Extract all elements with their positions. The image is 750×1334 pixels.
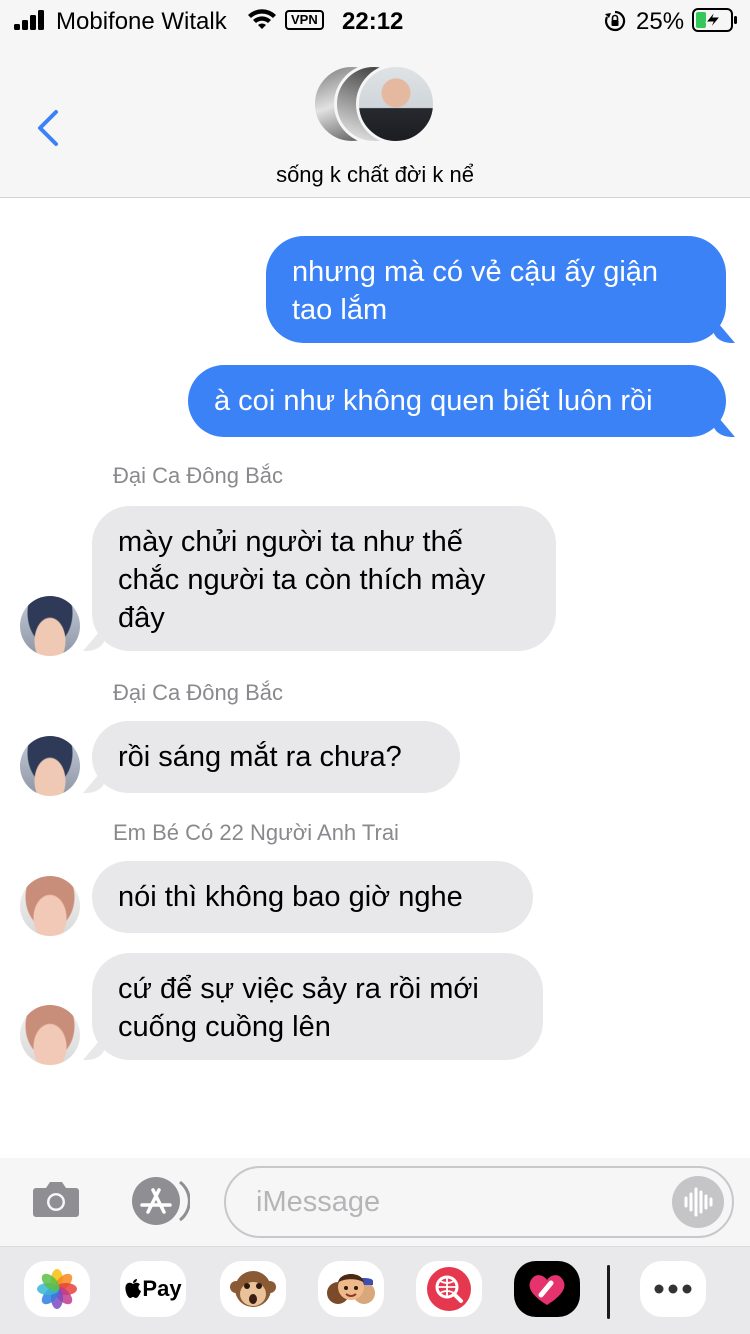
apple-pay-label: Pay xyxy=(142,1276,182,1301)
globe-search-icon xyxy=(427,1267,471,1311)
vpn-badge: VPN xyxy=(285,10,324,30)
outgoing-message-bubble[interactable]: nhưng mà có vẻ cậu ấy giận tao lắm xyxy=(266,236,726,343)
back-chevron-icon[interactable] xyxy=(30,106,66,150)
group-name[interactable]: sống k chất đời k nể xyxy=(0,162,750,188)
digital-touch-app-button[interactable] xyxy=(514,1261,580,1317)
app-store-icon[interactable] xyxy=(126,1176,190,1226)
sender-avatar[interactable] xyxy=(20,596,80,656)
sender-avatar[interactable] xyxy=(20,736,80,796)
imessage-app-drawer: Pay xyxy=(0,1246,750,1334)
ellipsis-icon xyxy=(654,1284,692,1294)
incoming-message-bubble[interactable]: cứ để sự việc sảy ra rồi mới cuống cuồng… xyxy=(92,953,543,1060)
sender-name: Em Bé Có 22 Người Anh Trai xyxy=(113,820,399,845)
member-avatar xyxy=(356,64,436,144)
audio-message-button[interactable] xyxy=(672,1176,724,1228)
battery-percent: 25% xyxy=(636,8,685,35)
photos-icon xyxy=(37,1269,77,1309)
app-strip-divider xyxy=(607,1265,610,1319)
orientation-lock-icon xyxy=(604,10,626,32)
sender-avatar[interactable] xyxy=(20,876,80,936)
more-apps-button[interactable] xyxy=(640,1261,706,1317)
incoming-message-bubble[interactable]: rồi sáng mắt ra chưa? xyxy=(92,721,460,793)
compose-bar xyxy=(0,1158,750,1246)
memoji-app-button[interactable] xyxy=(318,1261,384,1317)
signal-icon xyxy=(14,10,48,30)
status-bar: Mobifone Witalk VPN 22:12 25% xyxy=(0,0,750,40)
message-input[interactable] xyxy=(256,1182,656,1222)
image-search-app-button[interactable] xyxy=(416,1261,482,1317)
photos-app-button[interactable] xyxy=(24,1261,90,1317)
incoming-message-bubble[interactable]: nói thì không bao giờ nghe xyxy=(92,861,533,933)
wifi-icon xyxy=(248,9,276,29)
conversation-header: sống k chất đời k nể xyxy=(0,40,750,198)
carrier-name: Mobifone Witalk xyxy=(56,8,227,35)
incoming-message-bubble[interactable]: mày chửi người ta như thế chắc người ta … xyxy=(92,506,556,651)
battery-charging-icon xyxy=(692,8,737,32)
apple-logo-icon xyxy=(125,1279,142,1298)
sender-name: Đại Ca Đông Bắc xyxy=(113,680,283,705)
camera-icon[interactable] xyxy=(32,1178,80,1218)
waveform-icon xyxy=(684,1187,713,1217)
clock: 22:12 xyxy=(342,8,404,35)
heart-touch-icon xyxy=(529,1275,565,1305)
memoji-icon xyxy=(327,1274,375,1304)
sender-name: Đại Ca Đông Bắc xyxy=(113,463,283,488)
outgoing-message-bubble[interactable]: à coi như không quen biết luôn rồi xyxy=(188,365,726,437)
monkey-animoji-icon xyxy=(230,1271,276,1307)
sender-avatar[interactable] xyxy=(20,1005,80,1065)
message-field[interactable] xyxy=(224,1166,734,1238)
apple-pay-button[interactable]: Pay xyxy=(120,1261,186,1317)
animoji-app-button[interactable] xyxy=(220,1261,286,1317)
group-avatar[interactable] xyxy=(312,64,440,148)
